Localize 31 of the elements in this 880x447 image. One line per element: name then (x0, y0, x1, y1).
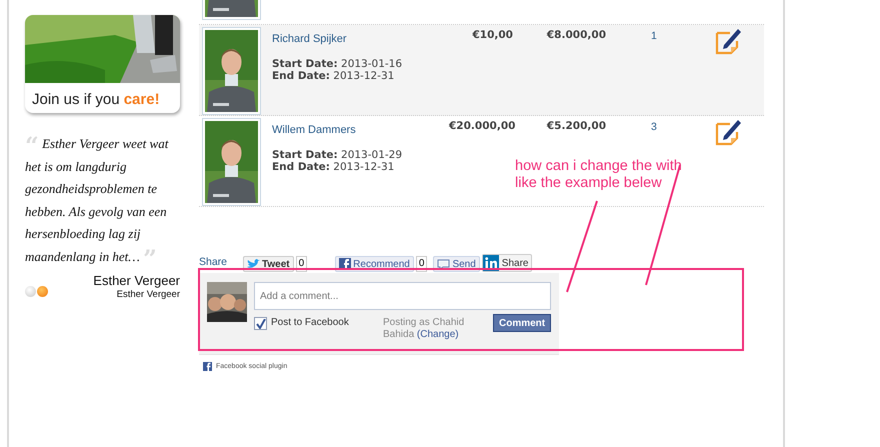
banner-text: Join us if you care! (31, 90, 161, 108)
name-link[interactable]: Willem Dammers (272, 124, 356, 136)
end-date: End Date: 2013-12-31 (272, 161, 396, 173)
name-link[interactable]: Richard Spijker (272, 33, 347, 45)
start-date: Start Date: 2013-01-29 (272, 149, 404, 161)
comment-field[interactable]: Add a comment... (254, 282, 551, 310)
author-subtitle: Esther Vergeer (116, 289, 180, 300)
slider-dot[interactable] (37, 286, 48, 297)
change-link[interactable]: (Change) (416, 329, 459, 340)
comment-button[interactable]: Comment (493, 314, 552, 332)
slider-dot[interactable] (25, 286, 36, 297)
posting-as-text: Posting as Chahid Bahida (Change) (383, 316, 466, 341)
speech-bubble-icon (437, 258, 450, 270)
author-name: Esther Vergeer (93, 273, 180, 288)
count-cell: 1 (651, 30, 657, 42)
banner-card[interactable]: Join us if you care! (25, 15, 180, 113)
edit-icon[interactable] (715, 27, 742, 55)
count-cell: 3 (651, 121, 657, 133)
start-date: Start Date: 2013-01-16 (272, 58, 404, 70)
annotation-text: how can i change the with like the example belew (515, 158, 682, 192)
checkbox[interactable] (254, 317, 267, 330)
amount-cell: €8.000,00 (546, 29, 606, 41)
end-date: End Date: 2013-12-31 (272, 70, 396, 82)
checkbox-label: Post to Facebook (271, 317, 349, 328)
edit-icon[interactable] (715, 118, 742, 146)
share-label: Share (199, 256, 228, 268)
amount-cell: €5.200,00 (546, 120, 606, 132)
amount-cell: €20.000,00 (449, 120, 516, 132)
bird-icon (247, 259, 260, 269)
amount-cell: €10,00 (472, 29, 513, 41)
facebook-icon (203, 362, 212, 371)
